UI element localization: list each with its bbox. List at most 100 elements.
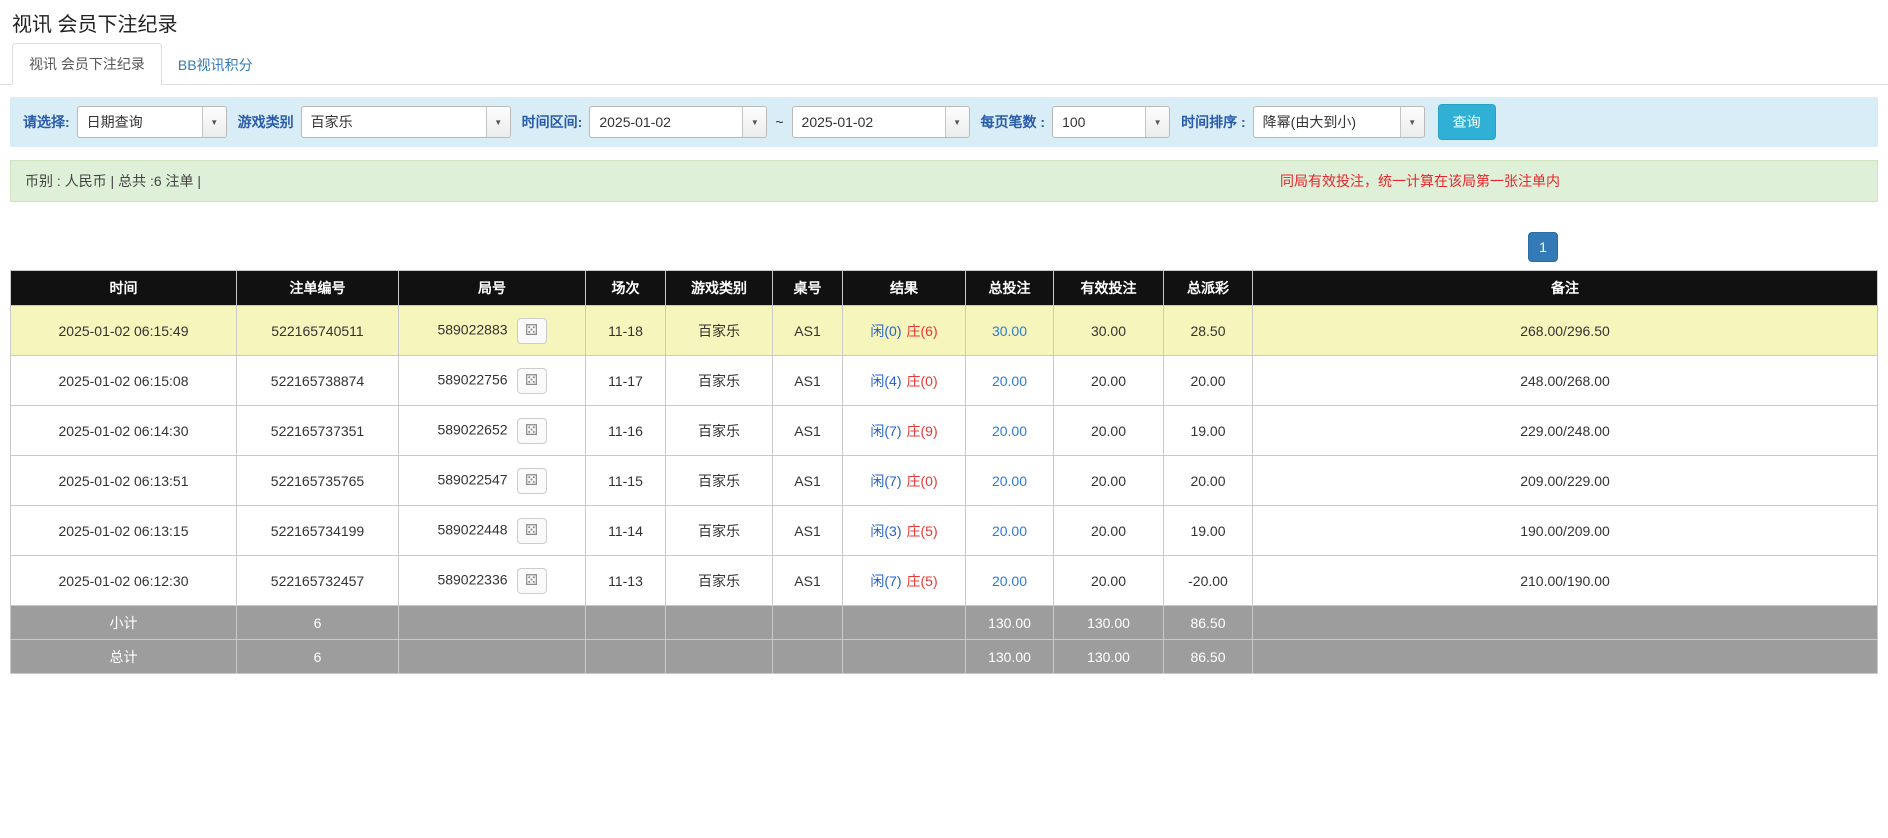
round-number: 589022652: [437, 421, 507, 437]
chevron-down-icon[interactable]: ▼: [945, 107, 969, 137]
round-cell: 589022448⚄: [399, 506, 586, 556]
range-separator: ~: [775, 114, 783, 130]
banker-result: 庄(0): [907, 373, 938, 389]
round-detail-button[interactable]: ⚄: [517, 418, 547, 444]
query-type-select[interactable]: 日期查询 ▼: [77, 106, 227, 138]
round-cell: 589022756⚄: [399, 356, 586, 406]
sort-order-label: 时间排序 :: [1181, 112, 1246, 132]
pagination: 1: [0, 232, 1558, 262]
bet-number-cell: 522165737351: [237, 406, 399, 456]
table-row: 2025-01-02 06:14:30 522165737351 5890226…: [11, 406, 1878, 456]
per-page-value: 100: [1053, 107, 1145, 137]
empty-cell: [666, 640, 773, 674]
empty-cell: [843, 640, 966, 674]
total-bet-link[interactable]: 20.00: [992, 423, 1027, 439]
bet-number-cell: 522165732457: [237, 556, 399, 606]
empty-cell: [399, 606, 586, 640]
total-bet-cell: 20.00: [966, 406, 1054, 456]
banker-result: 庄(0): [907, 473, 938, 489]
filter-bar: 请选择: 日期查询 ▼ 游戏类别 百家乐 ▼ 时间区间: 2025-01-02 …: [10, 97, 1878, 147]
time-cell: 2025-01-02 06:13:51: [11, 456, 237, 506]
tab-bar: 视讯 会员下注纪录 BB视讯积分: [0, 43, 1888, 85]
valid-bet-cell: 20.00: [1054, 356, 1164, 406]
date-to-select[interactable]: 2025-01-02 ▼: [792, 106, 970, 138]
subtotal-row: 小计 6 130.00 130.00 86.50: [11, 606, 1878, 640]
total-bet-link[interactable]: 30.00: [992, 323, 1027, 339]
grand-total-total-bet: 130.00: [966, 640, 1054, 674]
date-to-value: 2025-01-02: [793, 107, 945, 137]
chevron-down-icon[interactable]: ▼: [486, 107, 510, 137]
time-cell: 2025-01-02 06:12:30: [11, 556, 237, 606]
payout-cell: 20.00: [1164, 456, 1253, 506]
time-cell: 2025-01-02 06:14:30: [11, 406, 237, 456]
note-cell: 210.00/190.00: [1253, 556, 1878, 606]
bet-number-cell: 522165738874: [237, 356, 399, 406]
column-header: 总投注: [966, 271, 1054, 306]
total-bet-link[interactable]: 20.00: [992, 373, 1027, 389]
subtotal-count: 6: [237, 606, 399, 640]
per-page-select[interactable]: 100 ▼: [1052, 106, 1170, 138]
game-type-select[interactable]: 百家乐 ▼: [301, 106, 511, 138]
date-from-select[interactable]: 2025-01-02 ▼: [589, 106, 767, 138]
round-cell: 589022883⚄: [399, 306, 586, 356]
total-bet-link[interactable]: 20.00: [992, 573, 1027, 589]
chevron-down-icon[interactable]: ▼: [1400, 107, 1424, 137]
round-detail-button[interactable]: ⚄: [517, 518, 547, 544]
dice-icon: ⚄: [525, 573, 538, 588]
column-header: 桌号: [773, 271, 843, 306]
chevron-down-icon[interactable]: ▼: [202, 107, 226, 137]
round-detail-button[interactable]: ⚄: [517, 468, 547, 494]
total-bet-cell: 20.00: [966, 556, 1054, 606]
game-type-cell: 百家乐: [666, 506, 773, 556]
banker-result: 庄(5): [907, 573, 938, 589]
tab-video-bet-records[interactable]: 视讯 会员下注纪录: [12, 43, 162, 85]
table-number-cell: AS1: [773, 506, 843, 556]
subtotal-valid-bet: 130.00: [1054, 606, 1164, 640]
currency-summary-text: 币别 : 人民币 | 总共 :6 注单 |: [25, 171, 201, 191]
note-cell: 229.00/248.00: [1253, 406, 1878, 456]
chevron-down-icon[interactable]: ▼: [1145, 107, 1169, 137]
table-number-cell: AS1: [773, 456, 843, 506]
valid-bet-cell: 30.00: [1054, 306, 1164, 356]
grand-total-count: 6: [237, 640, 399, 674]
chevron-down-icon[interactable]: ▼: [742, 107, 766, 137]
tab-bb-video-points[interactable]: BB视讯积分: [162, 45, 269, 85]
banker-result: 庄(6): [907, 323, 938, 339]
empty-cell: [773, 606, 843, 640]
player-result: 闲(7): [870, 473, 901, 489]
round-detail-button[interactable]: ⚄: [517, 368, 547, 394]
note-cell: 190.00/209.00: [1253, 506, 1878, 556]
round-detail-button[interactable]: ⚄: [517, 318, 547, 344]
payout-cell: 19.00: [1164, 406, 1253, 456]
search-button[interactable]: 查询: [1438, 104, 1496, 140]
summary-bar: 币别 : 人民币 | 总共 :6 注单 | 同局有效投注，统一计算在该局第一张注…: [10, 160, 1878, 202]
header-row: 时间注单编号局号场次游戏类别桌号结果总投注有效投注总派彩备注: [11, 271, 1878, 306]
player-result: 闲(7): [870, 423, 901, 439]
round-detail-button[interactable]: ⚄: [517, 568, 547, 594]
sort-order-select[interactable]: 降幂(由大到小) ▼: [1253, 106, 1425, 138]
banker-result: 庄(5): [907, 523, 938, 539]
empty-cell: [1253, 606, 1878, 640]
records-tbody: 2025-01-02 06:15:49 522165740511 5890228…: [11, 306, 1878, 606]
bet-number-cell: 522165740511: [237, 306, 399, 356]
valid-bet-cell: 20.00: [1054, 506, 1164, 556]
table-row: 2025-01-02 06:13:51 522165735765 5890225…: [11, 456, 1878, 506]
session-cell: 11-13: [586, 556, 666, 606]
page-button-1[interactable]: 1: [1528, 232, 1558, 262]
game-type-label: 游戏类别: [238, 112, 294, 132]
banker-result: 庄(9): [907, 423, 938, 439]
player-result: 闲(3): [870, 523, 901, 539]
total-bet-link[interactable]: 20.00: [992, 523, 1027, 539]
payout-cell: 20.00: [1164, 356, 1253, 406]
session-cell: 11-14: [586, 506, 666, 556]
payout-cell: 19.00: [1164, 506, 1253, 556]
column-header: 局号: [399, 271, 586, 306]
valid-bet-warning-text: 同局有效投注，统一计算在该局第一张注单内: [1280, 171, 1560, 191]
valid-bet-cell: 20.00: [1054, 456, 1164, 506]
game-type-cell: 百家乐: [666, 356, 773, 406]
subtotal-label: 小计: [11, 606, 237, 640]
time-cell: 2025-01-02 06:13:15: [11, 506, 237, 556]
total-bet-link[interactable]: 20.00: [992, 473, 1027, 489]
game-type-cell: 百家乐: [666, 556, 773, 606]
subtotal-payout: 86.50: [1164, 606, 1253, 640]
